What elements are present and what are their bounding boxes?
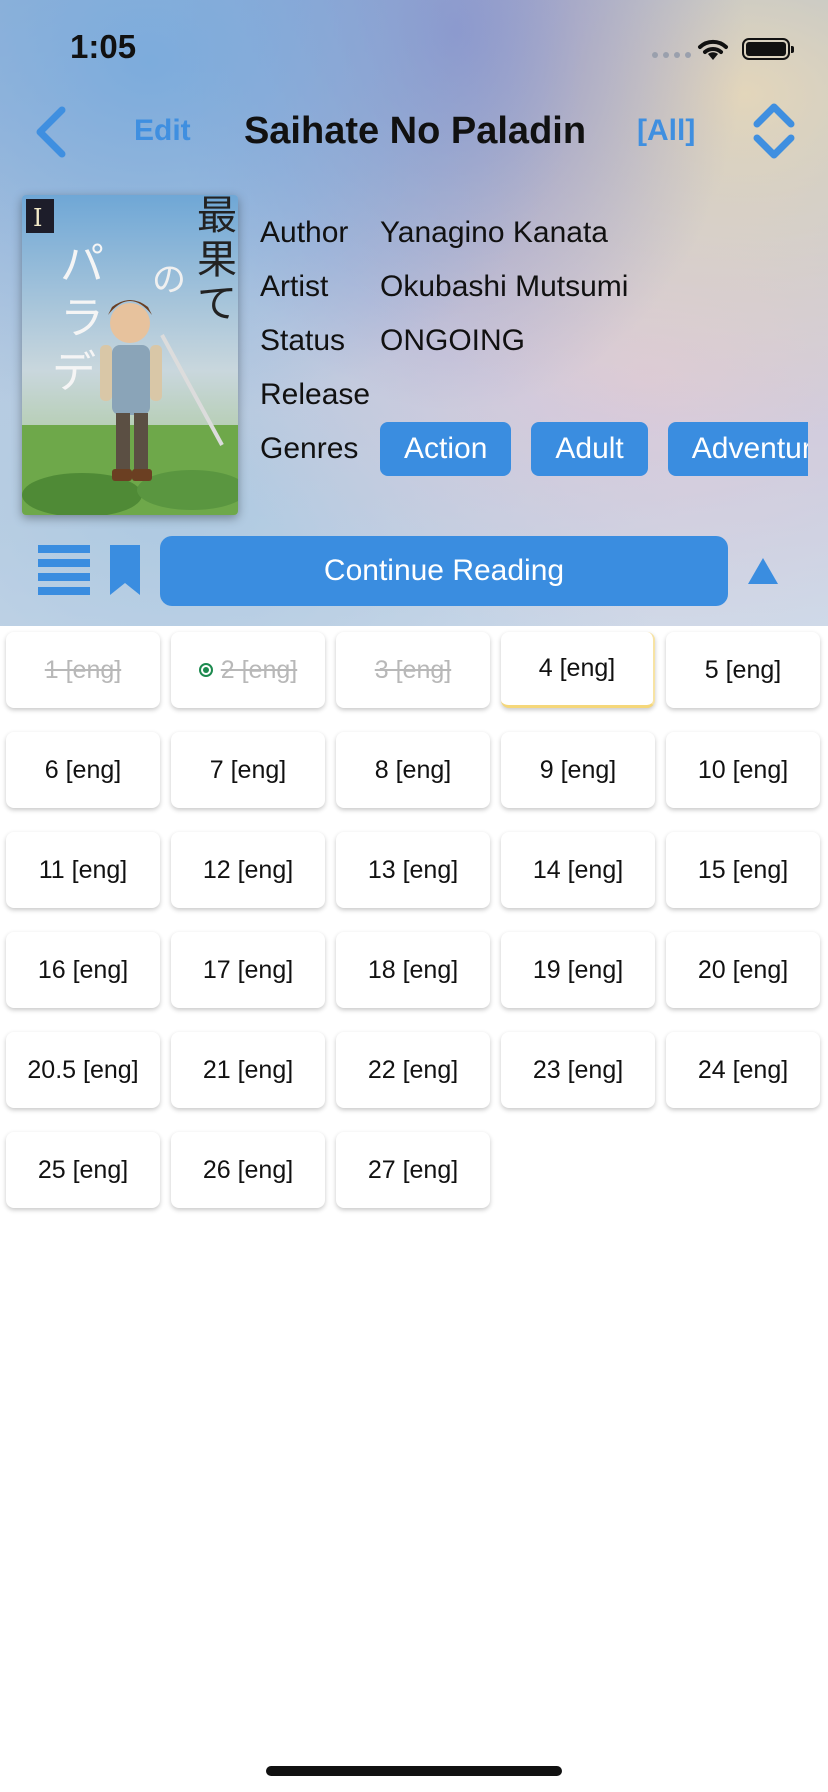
chapter-cell[interactable]: 14 [eng] (501, 832, 655, 908)
chapter-cell[interactable]: 18 [eng] (336, 932, 490, 1008)
chapter-cell[interactable]: 11 [eng] (6, 832, 160, 908)
chapter-label: 24 [eng] (697, 1055, 789, 1084)
chapter-label: 18 [eng] (367, 955, 459, 984)
sort-toggle-icon[interactable] (752, 100, 796, 162)
chapter-cell[interactable]: 16 [eng] (6, 932, 160, 1008)
chapter-cell[interactable]: 2 [eng] (171, 632, 325, 708)
author-value: Yanagino Kanata (380, 216, 608, 249)
chapter-cell[interactable]: 22 [eng] (336, 1032, 490, 1108)
bookmark-icon[interactable] (110, 545, 140, 595)
back-chevron-icon[interactable] (34, 106, 68, 158)
scroll-up-triangle-icon[interactable] (746, 556, 780, 586)
chapter-label: 11 [eng] (38, 855, 128, 884)
chapter-label: 6 [eng] (44, 755, 122, 784)
battery-icon (742, 38, 794, 60)
chapter-cell[interactable]: 10 [eng] (666, 732, 820, 808)
chapter-label: 13 [eng] (367, 855, 459, 884)
chapter-cell[interactable]: 8 [eng] (336, 732, 490, 808)
chapter-cell[interactable]: 7 [eng] (171, 732, 325, 808)
chapter-cell[interactable]: 15 [eng] (666, 832, 820, 908)
chapter-label: 26 [eng] (202, 1155, 294, 1184)
chapter-cell[interactable]: 24 [eng] (666, 1032, 820, 1108)
continue-reading-button[interactable]: Continue Reading (160, 536, 728, 606)
cellular-signal-icon (652, 52, 691, 58)
chapter-label: 27 [eng] (367, 1155, 459, 1184)
genre-chip[interactable]: Adventure (667, 422, 808, 476)
chapter-label: 2 [eng] (220, 655, 298, 684)
chapter-label: 20.5 [eng] (27, 1055, 139, 1084)
release-label: Release (260, 378, 371, 411)
chapter-label: 17 [eng] (202, 955, 294, 984)
edit-button[interactable]: Edit (134, 114, 191, 148)
svg-text:I: I (33, 204, 42, 232)
svg-text:最: 最 (197, 195, 237, 239)
chapter-grid: 1 [eng] 2 [eng] 3 [eng] 4 [eng] 5 [eng] 6 [en… (6, 632, 822, 1208)
chapter-cell[interactable]: 9 [eng] (501, 732, 655, 808)
chapter-cell[interactable]: 19 [eng] (501, 932, 655, 1008)
chapter-cell[interactable]: 17 [eng] (171, 932, 325, 1008)
chapter-label: 25 [eng] (37, 1155, 129, 1184)
chapter-label: 20 [eng] (697, 955, 789, 984)
genres-label: Genres (260, 432, 359, 465)
status-value: ONGOING (380, 324, 526, 357)
chapter-label: 16 [eng] (37, 955, 129, 984)
chapter-label: 10 [eng] (697, 755, 789, 784)
chapter-cell[interactable]: 26 [eng] (171, 1132, 325, 1208)
chapter-cell[interactable]: 5 [eng] (666, 632, 820, 708)
genre-chip-list[interactable]: Action Adult Adventure (380, 422, 808, 478)
current-chapter-dot-icon (198, 663, 213, 677)
chapter-label: 9 [eng] (539, 755, 617, 784)
chapter-label: 1 [eng] (44, 655, 122, 684)
page-title: Saihate No Paladin (243, 110, 587, 152)
svg-text:ラ: ラ (60, 293, 104, 344)
chapter-label: 19 [eng] (532, 955, 624, 984)
artist-label: Artist (260, 270, 329, 303)
chapter-cell[interactable]: 25 [eng] (6, 1132, 160, 1208)
chapter-label: 21 [eng] (202, 1055, 294, 1084)
chapter-cell[interactable]: 1 [eng] (6, 632, 160, 708)
genre-chip[interactable]: Action (380, 422, 512, 476)
chapter-label: 5 [eng] (704, 655, 782, 684)
home-indicator[interactable] (266, 1766, 562, 1776)
author-label: Author (260, 216, 349, 249)
chapter-cell[interactable]: 20.5 [eng] (6, 1032, 160, 1108)
artist-value: Okubashi Mutsumi (380, 270, 629, 303)
chapter-label: 12 [eng] (202, 855, 294, 884)
manga-cover-image: I 最 果 て の パ ラ デ (22, 195, 238, 515)
chapter-label: 14 [eng] (532, 855, 624, 884)
chapter-cell[interactable]: 13 [eng] (336, 832, 490, 908)
chapter-label: 15 [eng] (697, 855, 789, 884)
chapter-cell[interactable]: 12 [eng] (171, 832, 325, 908)
chapter-cell[interactable]: 20 [eng] (666, 932, 820, 1008)
chapter-cell[interactable]: 23 [eng] (501, 1032, 655, 1108)
chapter-cell[interactable]: 21 [eng] (171, 1032, 325, 1108)
list-view-icon[interactable] (38, 545, 90, 595)
chapter-cell[interactable]: 4 [eng] (501, 632, 655, 708)
svg-text:て: て (197, 281, 237, 327)
chapter-label: 22 [eng] (367, 1055, 459, 1084)
chapter-label: 4 [eng] (538, 654, 616, 682)
genre-chip[interactable]: Adult (531, 422, 648, 476)
chapter-cell[interactable]: 6 [eng] (6, 732, 160, 808)
chapter-label: 7 [eng] (209, 755, 287, 784)
filter-all-button[interactable]: [All] (637, 114, 695, 148)
chapter-label: 8 [eng] (374, 755, 452, 784)
chapter-label: 23 [eng] (532, 1055, 624, 1084)
svg-text:パ: パ (60, 239, 104, 290)
svg-text:果: 果 (197, 237, 237, 283)
chapter-cell[interactable]: 3 [eng] (336, 632, 490, 708)
svg-text:の: の (152, 260, 186, 300)
status-label: Status (260, 324, 346, 357)
chapter-label: 3 [eng] (374, 655, 452, 684)
status-time: 1:05 (70, 28, 137, 65)
svg-text:デ: デ (52, 347, 96, 398)
wifi-icon (698, 39, 728, 60)
chapter-cell[interactable]: 27 [eng] (336, 1132, 490, 1208)
